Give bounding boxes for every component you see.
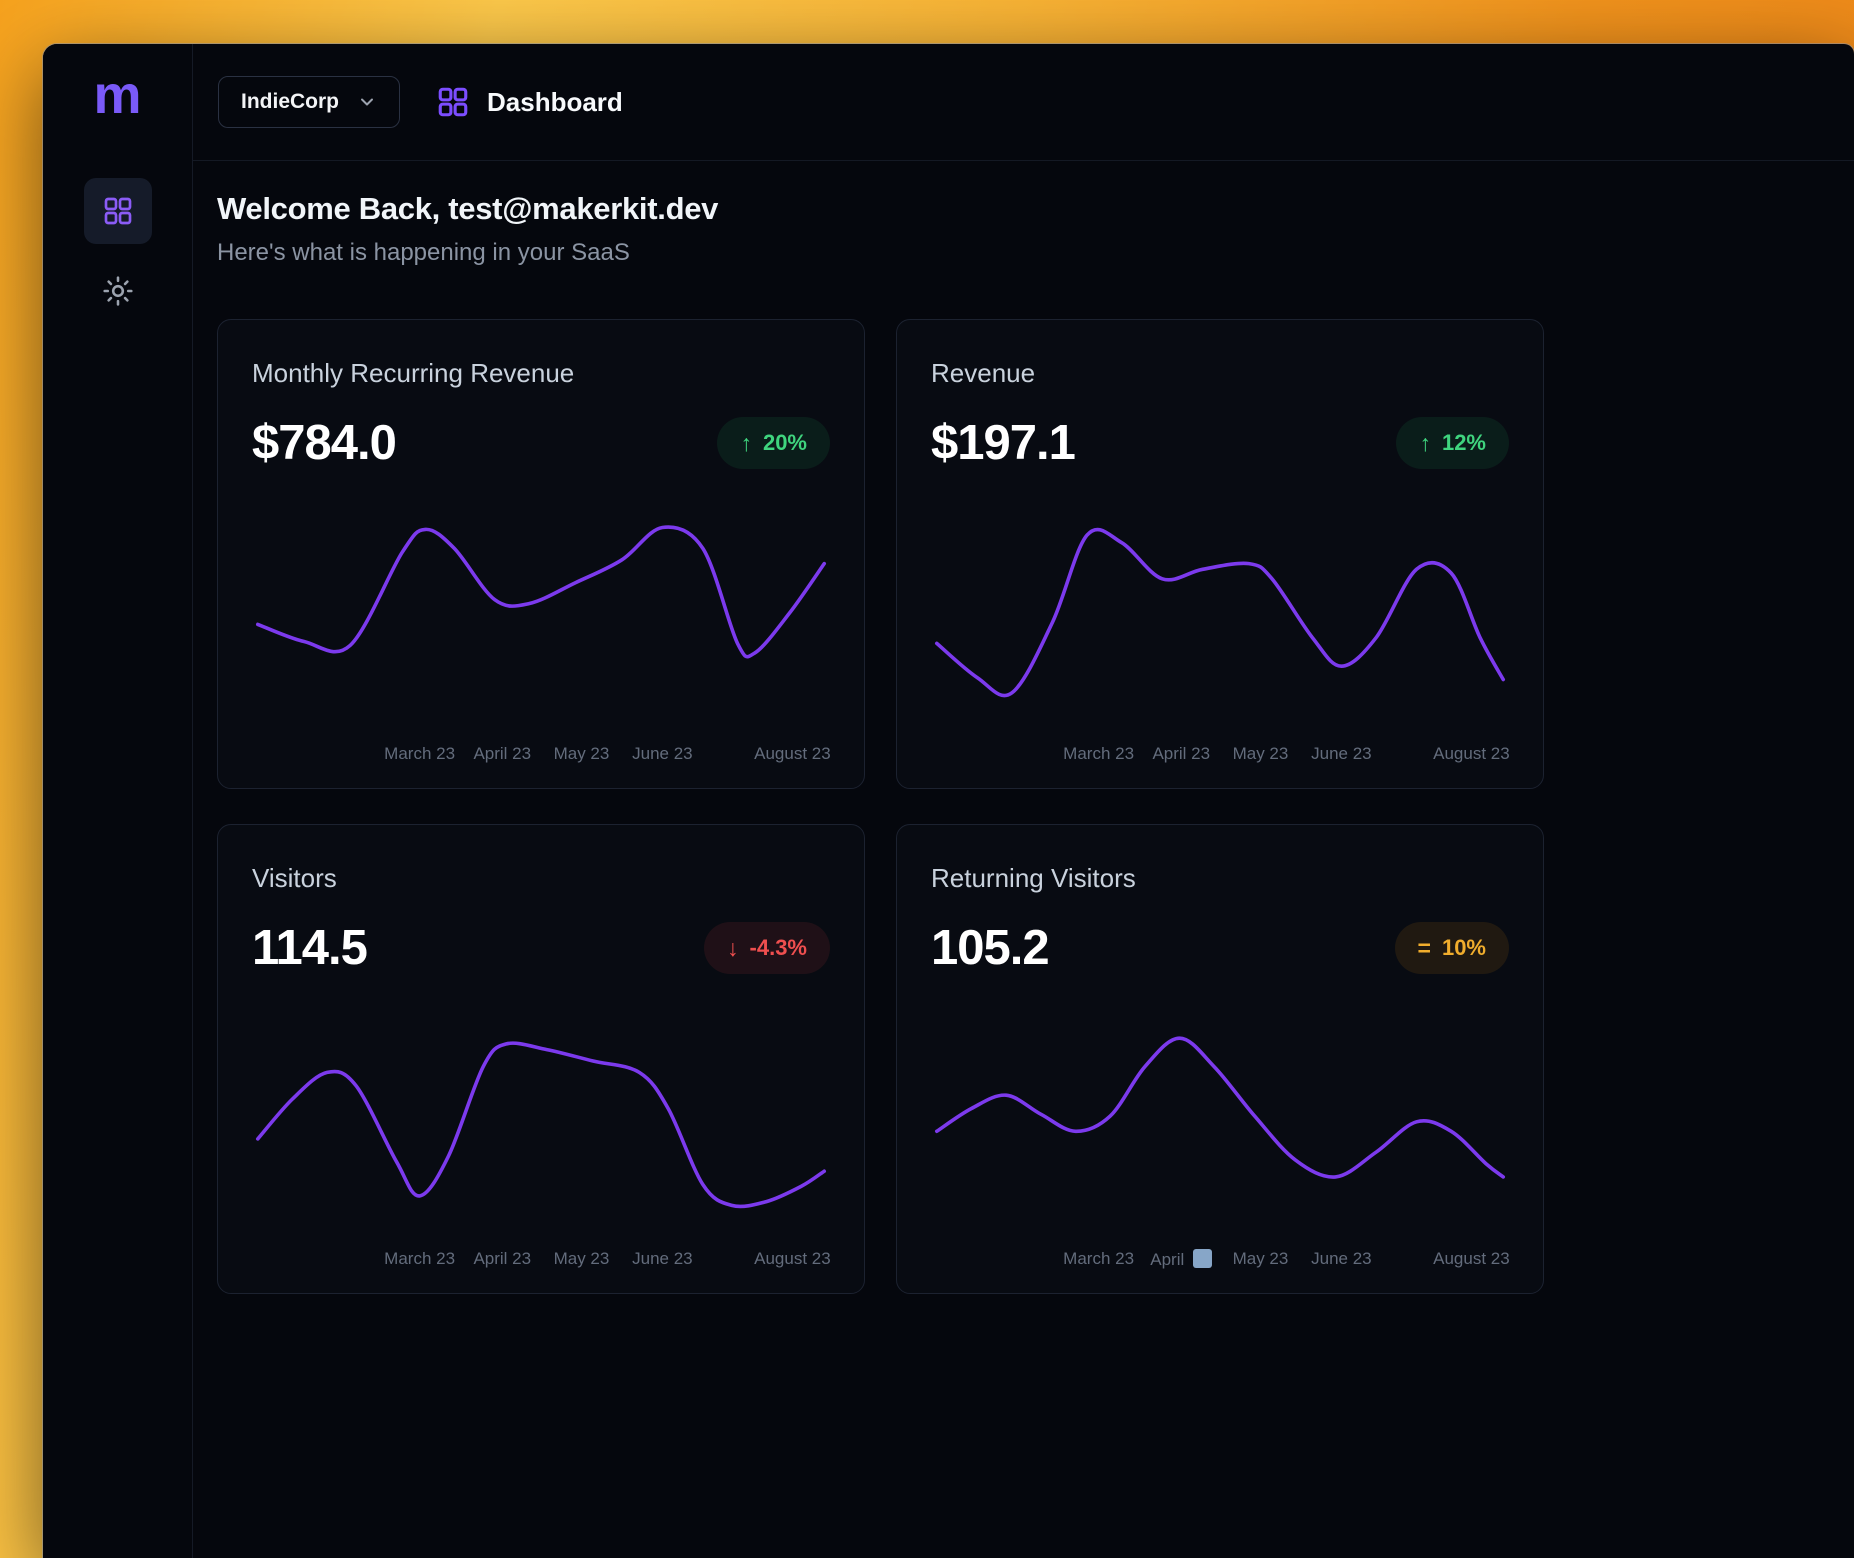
x-axis-label: March 23 xyxy=(384,744,455,764)
line-chart xyxy=(252,518,830,708)
x-axis-label: June 23 xyxy=(1311,744,1372,764)
badge-trend-icon: = xyxy=(1418,935,1431,962)
content: Welcome Back, test@makerkit.dev Here's w… xyxy=(193,161,1854,1558)
metric-card: Monthly Recurring Revenue $784.0 ↑ 20% M… xyxy=(217,319,865,789)
badge-label: 12% xyxy=(1442,430,1486,456)
x-axis: March 23 April May 23 June 23 August 23 xyxy=(931,1249,1509,1275)
x-axis-label: June 23 xyxy=(1311,1249,1372,1269)
sidebar: m xyxy=(43,44,193,1558)
page-title: Dashboard xyxy=(487,87,623,118)
x-axis: March 23 April 23 May 23 June 23 August 23 xyxy=(931,744,1509,770)
value-row: $784.0 ↑ 20% xyxy=(252,415,830,471)
card-title: Revenue xyxy=(931,358,1509,389)
line-chart xyxy=(931,1023,1509,1213)
badge-label: 10% xyxy=(1442,935,1486,961)
metric-value: $784.0 xyxy=(252,415,396,471)
badge-label: 20% xyxy=(763,430,807,456)
chevron-down-icon xyxy=(357,92,377,112)
metric-card: Revenue $197.1 ↑ 12% March 23 April 23 May… xyxy=(896,319,1544,789)
metric-value: $197.1 xyxy=(931,415,1075,471)
app-window: m IndieCorp xyxy=(43,44,1854,1558)
org-selector-button[interactable]: IndieCorp xyxy=(218,76,400,128)
org-selector-label: IndieCorp xyxy=(241,90,339,114)
x-axis-label: May 23 xyxy=(554,744,610,764)
chart-line xyxy=(937,529,1503,695)
metric-card: Visitors 114.5 ↓ -4.3% March 23April 23M… xyxy=(217,824,865,1294)
x-axis-label: August 23 xyxy=(754,1249,831,1269)
x-axis-label: August 23 xyxy=(1433,744,1510,764)
breadcrumb: Dashboard xyxy=(436,85,623,119)
gear-icon xyxy=(101,274,135,308)
metrics-grid: Monthly Recurring Revenue $784.0 ↑ 20% M… xyxy=(217,319,1830,1294)
desktop: { "app": { "logo": "m", "org": "IndieCor… xyxy=(0,0,1854,1558)
sidebar-item-dashboard[interactable] xyxy=(84,178,152,244)
metric-card: Returning Visitors 105.2 = 10% March 23 A… xyxy=(896,824,1544,1294)
chart-line xyxy=(258,527,824,657)
x-axis-label: March 23 xyxy=(1063,744,1134,764)
sidebar-item-settings[interactable] xyxy=(84,258,152,324)
topbar: IndieCorp Dashboard xyxy=(193,44,1854,161)
badge-trend-icon: ↑ xyxy=(740,430,752,457)
x-axis-label: June 23 xyxy=(632,744,693,764)
x-axis-label: August 23 xyxy=(754,744,831,764)
x-axis-label: April 23 xyxy=(473,1249,531,1269)
card-title: Monthly Recurring Revenue xyxy=(252,358,830,389)
card-title: Visitors xyxy=(252,863,830,894)
badge: = 10% xyxy=(1395,922,1509,974)
value-row: $197.1 ↑ 12% xyxy=(931,415,1509,471)
badge: ↓ -4.3% xyxy=(704,922,830,974)
dashboard-grid-icon xyxy=(436,85,470,119)
value-row: 105.2 = 10% xyxy=(931,920,1509,976)
selection-marker xyxy=(1193,1249,1212,1268)
x-axis-label: August 23 xyxy=(1433,1249,1510,1269)
x-axis-label: April 23 xyxy=(473,744,531,764)
card-title: Returning Visitors xyxy=(931,863,1509,894)
x-axis-label: April xyxy=(1150,1249,1212,1270)
badge: ↑ 20% xyxy=(717,417,830,469)
app-logo: m xyxy=(93,68,141,122)
badge-trend-icon: ↑ xyxy=(1419,430,1431,457)
x-axis-label: May 23 xyxy=(1233,1249,1289,1269)
x-axis-label: June 23 xyxy=(632,1249,693,1269)
line-chart xyxy=(931,518,1509,708)
badge-trend-icon: ↓ xyxy=(727,935,739,962)
main-area: IndieCorp Dashboard Welcome Back, test@m… xyxy=(193,44,1854,1558)
chart-line xyxy=(937,1038,1503,1177)
value-row: 114.5 ↓ -4.3% xyxy=(252,920,830,976)
welcome-title: Welcome Back, test@makerkit.dev xyxy=(217,191,1830,227)
x-axis-label: March 23 xyxy=(384,1249,455,1269)
welcome-subtitle: Here's what is happening in your SaaS xyxy=(217,239,1830,267)
badge-label: -4.3% xyxy=(750,935,807,961)
grid-icon xyxy=(102,195,134,227)
metric-value: 114.5 xyxy=(252,920,367,976)
badge: ↑ 12% xyxy=(1396,417,1509,469)
chart-line xyxy=(258,1043,824,1206)
x-axis-label: May 23 xyxy=(1233,744,1289,764)
x-axis-label: May 23 xyxy=(554,1249,610,1269)
x-axis-label: April 23 xyxy=(1152,744,1210,764)
metric-value: 105.2 xyxy=(931,920,1049,976)
x-axis: March 23 April 23 May 23 June 23 August 23 xyxy=(252,1249,830,1275)
x-axis-label: March 23 xyxy=(1063,1249,1134,1269)
line-chart xyxy=(252,1023,830,1213)
x-axis: March 23 April 23 May 23 June 23 August 23 xyxy=(252,744,830,770)
